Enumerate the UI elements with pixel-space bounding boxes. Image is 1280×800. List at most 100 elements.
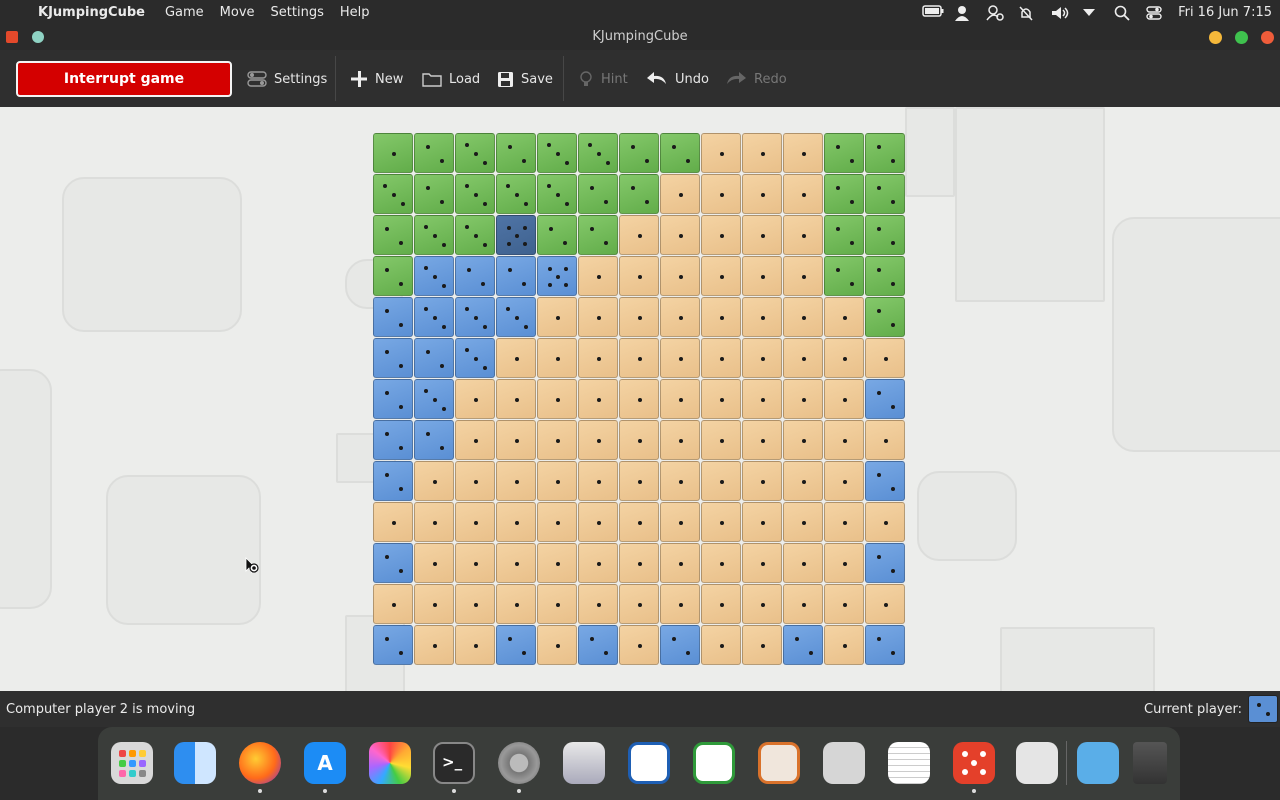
cube-cell[interactable] <box>701 584 741 624</box>
cube-cell[interactable] <box>414 625 454 665</box>
cube-cell[interactable] <box>742 297 782 337</box>
cube-cell[interactable] <box>701 461 741 501</box>
cube-cell[interactable] <box>701 625 741 665</box>
cube-cell[interactable] <box>537 420 577 460</box>
cube-cell[interactable] <box>619 625 659 665</box>
cube-cell[interactable] <box>701 133 741 173</box>
cube-cell[interactable] <box>824 625 864 665</box>
trash-icon[interactable] <box>1133 742 1167 784</box>
cube-cell[interactable] <box>783 461 823 501</box>
battery-icon[interactable] <box>922 5 944 19</box>
cube-cell[interactable] <box>455 502 495 542</box>
cube-cell[interactable] <box>865 584 905 624</box>
cube-cell[interactable] <box>865 420 905 460</box>
cube-cell[interactable] <box>742 338 782 378</box>
cube-cell[interactable] <box>496 338 536 378</box>
cube-cell[interactable] <box>414 174 454 214</box>
cube-cell[interactable] <box>742 625 782 665</box>
menu-game[interactable]: Game <box>165 5 204 20</box>
cube-cell[interactable] <box>619 461 659 501</box>
cube-cell[interactable] <box>660 297 700 337</box>
cube-cell[interactable] <box>414 379 454 419</box>
cube-cell[interactable] <box>455 256 495 296</box>
cube-cell[interactable] <box>783 215 823 255</box>
cube-cell[interactable] <box>578 502 618 542</box>
cube-cell[interactable] <box>496 461 536 501</box>
cube-cell[interactable] <box>373 379 413 419</box>
cube-cell[interactable] <box>701 256 741 296</box>
screenshot-icon[interactable] <box>563 742 605 784</box>
cube-cell[interactable] <box>701 174 741 214</box>
cube-cell[interactable] <box>742 420 782 460</box>
search-icon[interactable] <box>1114 5 1132 21</box>
cube-cell[interactable] <box>537 461 577 501</box>
cube-cell[interactable] <box>783 133 823 173</box>
cube-cell[interactable] <box>865 174 905 214</box>
cube-cell[interactable] <box>701 379 741 419</box>
cube-cell[interactable] <box>824 502 864 542</box>
load-button[interactable]: Load <box>422 68 480 90</box>
cube-cell[interactable] <box>824 133 864 173</box>
finder-icon[interactable] <box>174 742 216 784</box>
cube-cell[interactable] <box>865 502 905 542</box>
cube-cell[interactable] <box>742 461 782 501</box>
cube-cell[interactable] <box>865 297 905 337</box>
cube-cell[interactable] <box>619 297 659 337</box>
account-switch-icon[interactable] <box>986 5 1004 21</box>
hint-button[interactable]: Hint <box>578 68 628 90</box>
cube-cell[interactable] <box>619 174 659 214</box>
cube-cell[interactable] <box>373 133 413 173</box>
cube-cell[interactable] <box>578 420 618 460</box>
cube-cell[interactable] <box>619 543 659 583</box>
cube-cell[interactable] <box>414 338 454 378</box>
cube-cell[interactable] <box>496 543 536 583</box>
photos-icon[interactable] <box>369 742 411 784</box>
cube-cell[interactable] <box>824 420 864 460</box>
cube-cell[interactable] <box>537 256 577 296</box>
cube-cell[interactable] <box>701 215 741 255</box>
cube-cell[interactable] <box>619 215 659 255</box>
cube-cell[interactable] <box>660 625 700 665</box>
cube-cell[interactable] <box>742 215 782 255</box>
cube-cell[interactable] <box>578 461 618 501</box>
cube-cell[interactable] <box>455 215 495 255</box>
new-game-button[interactable]: New <box>350 68 403 90</box>
cube-cell[interactable] <box>496 133 536 173</box>
cube-cell[interactable] <box>455 379 495 419</box>
undo-button[interactable]: Undo <box>646 68 709 90</box>
cube-cell[interactable] <box>660 461 700 501</box>
cube-cell[interactable] <box>660 543 700 583</box>
notifications-muted-icon[interactable] <box>1018 5 1036 21</box>
cube-cell[interactable] <box>496 584 536 624</box>
cube-cell[interactable] <box>783 338 823 378</box>
cube-cell[interactable] <box>455 133 495 173</box>
cube-cell[interactable] <box>455 461 495 501</box>
cube-cell[interactable] <box>824 379 864 419</box>
cube-cell[interactable] <box>578 543 618 583</box>
clock[interactable]: Fri 16 Jun 7:15 <box>1178 5 1272 20</box>
cube-cell[interactable] <box>865 338 905 378</box>
menu-move[interactable]: Move <box>220 5 255 20</box>
cube-cell[interactable] <box>414 215 454 255</box>
cube-cell[interactable] <box>414 420 454 460</box>
cube-cell[interactable] <box>742 584 782 624</box>
cube-cell[interactable] <box>496 502 536 542</box>
cube-cell[interactable] <box>537 625 577 665</box>
cube-cell[interactable] <box>537 174 577 214</box>
cube-cell[interactable] <box>742 174 782 214</box>
cube-cell[interactable] <box>455 584 495 624</box>
volume-icon[interactable] <box>1050 5 1069 19</box>
cube-cell[interactable] <box>783 625 823 665</box>
draw-icon[interactable] <box>758 742 800 784</box>
save-button[interactable]: Save <box>497 68 553 90</box>
cube-cell[interactable] <box>496 625 536 665</box>
writer-icon[interactable] <box>628 742 670 784</box>
cube-cell[interactable] <box>660 584 700 624</box>
cube-cell[interactable] <box>701 297 741 337</box>
control-center-icon[interactable] <box>1146 5 1164 20</box>
tape-recorder-icon[interactable] <box>823 742 865 784</box>
cube-cell[interactable] <box>496 174 536 214</box>
cube-cell[interactable] <box>865 543 905 583</box>
cube-cell[interactable] <box>537 584 577 624</box>
cube-cell[interactable] <box>537 543 577 583</box>
